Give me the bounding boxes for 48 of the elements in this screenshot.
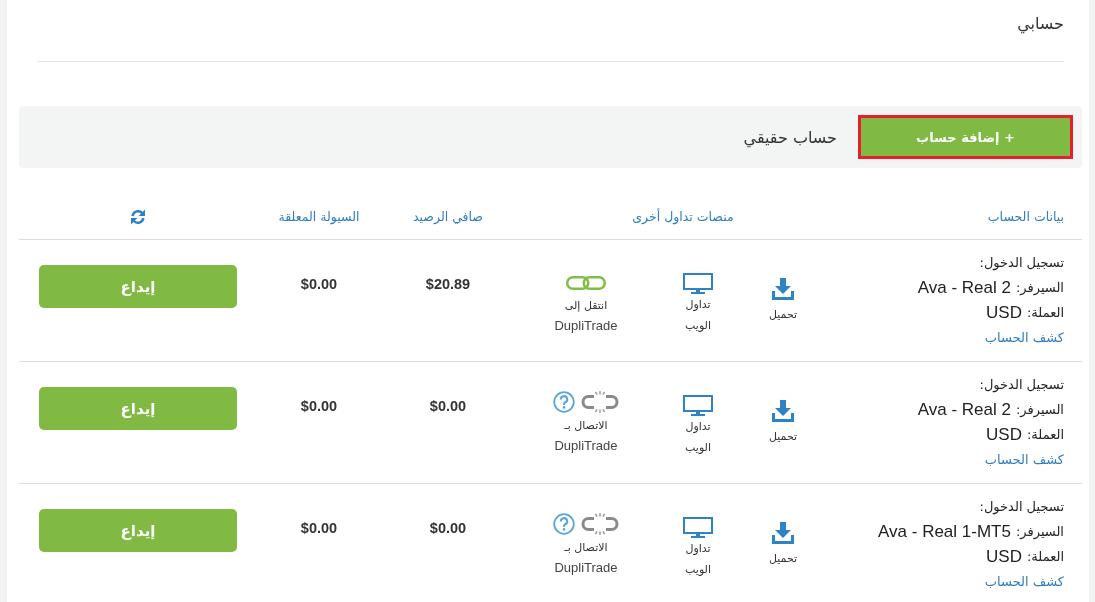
monitor-icon (683, 395, 713, 416)
pending-liquidity: $0.00 (300, 519, 338, 538)
account-statement-link[interactable]: كشف الحساب (984, 574, 1064, 589)
refresh-icon[interactable] (130, 209, 146, 225)
server-value: Ava - Real 1-MT5 (878, 521, 1011, 542)
net-balance: $0.00 (429, 397, 467, 416)
server-label: السيرفر: (1015, 402, 1064, 417)
download-icon (772, 522, 794, 544)
currency-value: USD (986, 424, 1022, 445)
account-type-title: حساب حقيقي (743, 127, 837, 147)
broken-link-icon (579, 513, 620, 535)
server-label: السيرفر: (1015, 280, 1064, 295)
account-statement-link[interactable]: كشف الحساب (984, 330, 1064, 345)
column-header: منصات تداول أخرى (632, 209, 734, 224)
net-balance: $20.89 (425, 275, 471, 294)
server-label: السيرفر: (1015, 524, 1064, 539)
pending-liquidity: $0.00 (300, 275, 338, 294)
server-value: Ava - Real 2 (917, 399, 1011, 420)
pending-liquidity: $0.00 (300, 397, 338, 416)
chain-link-icon (566, 276, 606, 290)
monitor-icon (683, 273, 713, 294)
column-header: صافي الرصيد (413, 209, 483, 224)
login-label: تسجيل الدخول: (979, 255, 1064, 270)
help-icon[interactable] (552, 391, 575, 413)
download-link[interactable]: تحميل (768, 269, 798, 325)
web-trading-link[interactable]: تداول الويب (683, 269, 713, 336)
monitor-icon (683, 517, 713, 538)
currency-label: العملة: (1027, 427, 1064, 442)
column-header: بيانات الحساب (987, 209, 1064, 224)
currency-label: العملة: (1027, 305, 1064, 320)
net-balance: $0.00 (429, 519, 467, 538)
help-icon[interactable] (552, 513, 575, 535)
column-header: السيولة المعلقة (278, 209, 360, 224)
currency-label: العملة: (1027, 549, 1064, 564)
account-statement-link[interactable]: كشف الحساب (984, 452, 1064, 467)
page-title: حسابي (1017, 13, 1064, 36)
download-icon (772, 400, 794, 422)
broken-link-icon (579, 391, 620, 413)
currency-value: USD (986, 302, 1022, 323)
web-trading-link[interactable]: تداول الويب (683, 513, 713, 580)
download-link[interactable]: تحميل (768, 391, 798, 447)
web-trading-link[interactable]: تداول الويب (683, 391, 713, 458)
login-label: تسجيل الدخول: (979, 377, 1064, 392)
server-value: Ava - Real 2 (917, 277, 1011, 298)
download-icon (772, 278, 794, 300)
download-link[interactable]: تحميل (768, 513, 798, 569)
currency-value: USD (986, 546, 1022, 567)
login-label: تسجيل الدخول: (979, 499, 1064, 514)
